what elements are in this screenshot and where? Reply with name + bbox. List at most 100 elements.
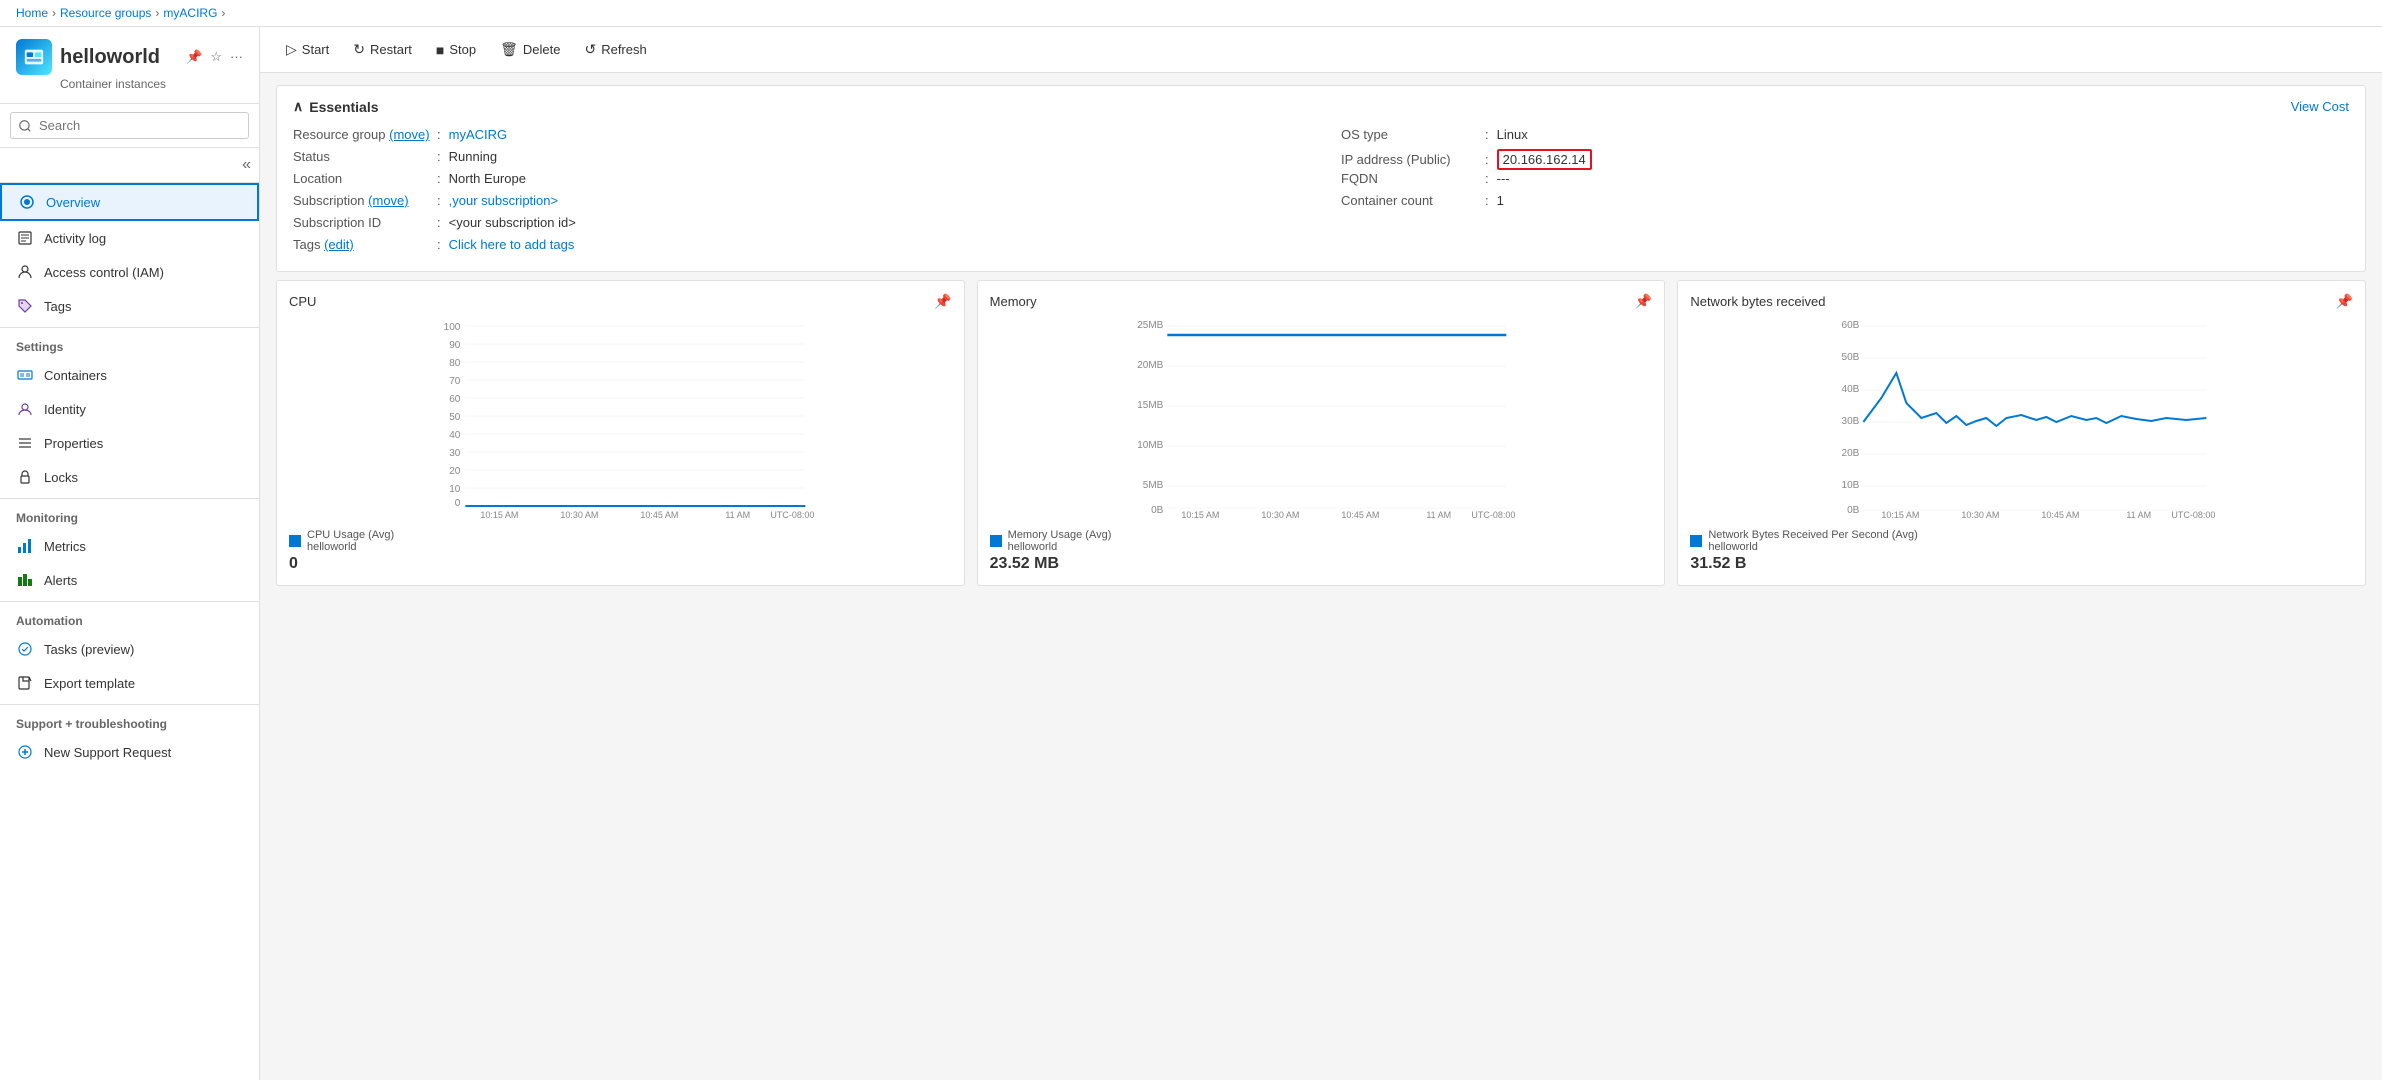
- sidebar-item-properties[interactable]: Properties: [0, 426, 259, 460]
- svg-text:10:15 AM: 10:15 AM: [480, 510, 518, 518]
- svg-text:10:15 AM: 10:15 AM: [1882, 510, 1920, 518]
- sidebar-item-activity-log[interactable]: Activity log: [0, 221, 259, 255]
- svg-text:60B: 60B: [1842, 320, 1860, 331]
- sidebar-item-locks[interactable]: Locks: [0, 460, 259, 494]
- network-legend-dot: [1690, 535, 1702, 547]
- new-support-icon: [16, 743, 34, 761]
- svg-text:10:45 AM: 10:45 AM: [1341, 510, 1379, 518]
- subscription-move-link[interactable]: (move): [368, 193, 408, 208]
- more-icon[interactable]: ···: [230, 49, 243, 65]
- cpu-chart-svg: 100 90 80 70 60 50 40 30 20 10 0: [289, 318, 952, 518]
- memory-legend-dot: [990, 535, 1002, 547]
- sidebar-item-tasks-label: Tasks (preview): [44, 642, 134, 657]
- search-input[interactable]: [10, 112, 249, 139]
- sidebar-search-container: [0, 104, 259, 148]
- stop-button[interactable]: ■ Stop: [426, 36, 486, 64]
- svg-text:70: 70: [449, 376, 461, 387]
- unpin-icon[interactable]: 📌: [186, 49, 202, 65]
- stop-icon: ■: [436, 42, 444, 58]
- memory-chart-footer: Memory Usage (Avg) helloworld: [990, 529, 1653, 553]
- svg-text:100: 100: [444, 322, 461, 333]
- memory-chart-svg: 25MB 20MB 15MB 10MB 5MB 0B: [990, 318, 1653, 518]
- view-cost-link[interactable]: View Cost: [2291, 99, 2349, 114]
- breadcrumb-myacirg[interactable]: myACIRG: [163, 6, 217, 20]
- memory-chart-value: 23.52 MB: [990, 555, 1653, 573]
- status-value: Running: [449, 149, 497, 164]
- breadcrumb-home[interactable]: Home: [16, 6, 48, 20]
- subscription-value[interactable]: ,your subscription>: [449, 193, 558, 208]
- sidebar-item-new-support[interactable]: New Support Request: [0, 735, 259, 769]
- sidebar-item-identity[interactable]: Identity: [0, 392, 259, 426]
- restart-button[interactable]: ↻ Restart: [343, 35, 422, 64]
- svg-text:0B: 0B: [1151, 505, 1164, 516]
- favorite-icon[interactable]: ☆: [210, 49, 222, 65]
- sidebar-item-export-template[interactable]: Export template: [0, 666, 259, 700]
- cpu-chart-pin-icon[interactable]: 📌: [934, 293, 951, 310]
- sidebar-collapse: «: [0, 148, 259, 183]
- main-content: ▷ Start ↻ Restart ■ Stop 🗑 Delete ↺ Refr…: [260, 27, 2382, 1080]
- sidebar-item-locks-label: Locks: [44, 470, 78, 485]
- network-chart-title: Network bytes received: [1690, 294, 1825, 309]
- sidebar-item-metrics-label: Metrics: [44, 539, 86, 554]
- svg-text:10:30 AM: 10:30 AM: [1261, 510, 1299, 518]
- resource-group-move-link[interactable]: (move): [389, 127, 429, 142]
- sidebar-item-access-control[interactable]: Access control (IAM): [0, 255, 259, 289]
- start-button[interactable]: ▷ Start: [276, 35, 339, 64]
- svg-text:10:30 AM: 10:30 AM: [1962, 510, 2000, 518]
- essentials-container-count: Container count : 1: [1341, 193, 2349, 215]
- app-icon: [16, 39, 52, 75]
- sidebar-item-tags-label: Tags: [44, 299, 71, 314]
- tags-edit-link[interactable]: (edit): [324, 237, 354, 252]
- ip-address-value: 20.166.162.14: [1497, 149, 1592, 170]
- delete-button[interactable]: 🗑 Delete: [490, 35, 570, 64]
- fqdn-value: ---: [1497, 171, 1510, 186]
- svg-text:30B: 30B: [1842, 416, 1860, 427]
- monitoring-section-title: Monitoring: [0, 498, 259, 529]
- svg-text:11 AM: 11 AM: [725, 510, 750, 518]
- start-icon: ▷: [286, 41, 297, 58]
- resource-group-value[interactable]: myACIRG: [449, 127, 508, 142]
- toolbar: ▷ Start ↻ Restart ■ Stop 🗑 Delete ↺ Refr…: [260, 27, 2382, 73]
- essentials-chevron: ∧: [293, 98, 303, 115]
- collapse-sidebar-button[interactable]: «: [242, 156, 251, 174]
- overview-icon: [18, 193, 36, 211]
- sidebar-item-export-template-label: Export template: [44, 676, 135, 691]
- cpu-chart-title: CPU: [289, 294, 316, 309]
- properties-icon: [16, 434, 34, 452]
- cpu-chart-value: 0: [289, 555, 952, 573]
- sidebar-item-metrics[interactable]: Metrics: [0, 529, 259, 563]
- identity-icon: [16, 400, 34, 418]
- activity-log-icon: [16, 229, 34, 247]
- app-subtitle: Container instances: [60, 77, 243, 91]
- restart-icon: ↻: [353, 41, 365, 58]
- network-chart-pin-icon[interactable]: 📌: [2336, 293, 2353, 310]
- sidebar-item-tags[interactable]: Tags: [0, 289, 259, 323]
- svg-text:10: 10: [449, 484, 461, 495]
- sidebar-item-overview-label: Overview: [46, 195, 100, 210]
- essentials-subscription: Subscription (move) : ,your subscription…: [293, 193, 1301, 215]
- sidebar-item-access-control-label: Access control (IAM): [44, 265, 164, 280]
- sidebar-item-activity-log-label: Activity log: [44, 231, 106, 246]
- sidebar-item-containers[interactable]: Containers: [0, 358, 259, 392]
- memory-chart-pin-icon[interactable]: 📌: [1635, 293, 1652, 310]
- location-value: North Europe: [449, 171, 526, 186]
- sidebar-item-properties-label: Properties: [44, 436, 103, 451]
- sidebar-item-alerts[interactable]: Alerts: [0, 563, 259, 597]
- memory-legend-text: Memory Usage (Avg): [1008, 529, 1112, 541]
- breadcrumb-resource-groups[interactable]: Resource groups: [60, 6, 151, 20]
- essentials-fqdn: FQDN : ---: [1341, 171, 2349, 193]
- cpu-chart-footer: CPU Usage (Avg) helloworld: [289, 529, 952, 553]
- svg-text:10:45 AM: 10:45 AM: [640, 510, 678, 518]
- memory-chart-card: Memory 📌 25MB 20MB 15MB 10MB 5MB 0B: [977, 280, 1666, 586]
- sidebar-item-overview[interactable]: Overview: [0, 183, 259, 221]
- svg-text:0B: 0B: [1847, 505, 1860, 516]
- svg-text:UTC-08:00: UTC-08:00: [2172, 510, 2216, 518]
- network-legend-text: Network Bytes Received Per Second (Avg): [1708, 529, 1918, 541]
- cpu-legend-sub: helloworld: [307, 541, 394, 553]
- containers-icon: [16, 366, 34, 384]
- sidebar-item-tasks[interactable]: Tasks (preview): [0, 632, 259, 666]
- tags-value[interactable]: Click here to add tags: [449, 237, 575, 252]
- cpu-chart-card: CPU 📌 100 90 80 70 60 50 40 30 20: [276, 280, 965, 586]
- refresh-button[interactable]: ↺ Refresh: [574, 35, 656, 64]
- svg-text:11 AM: 11 AM: [2127, 510, 2152, 518]
